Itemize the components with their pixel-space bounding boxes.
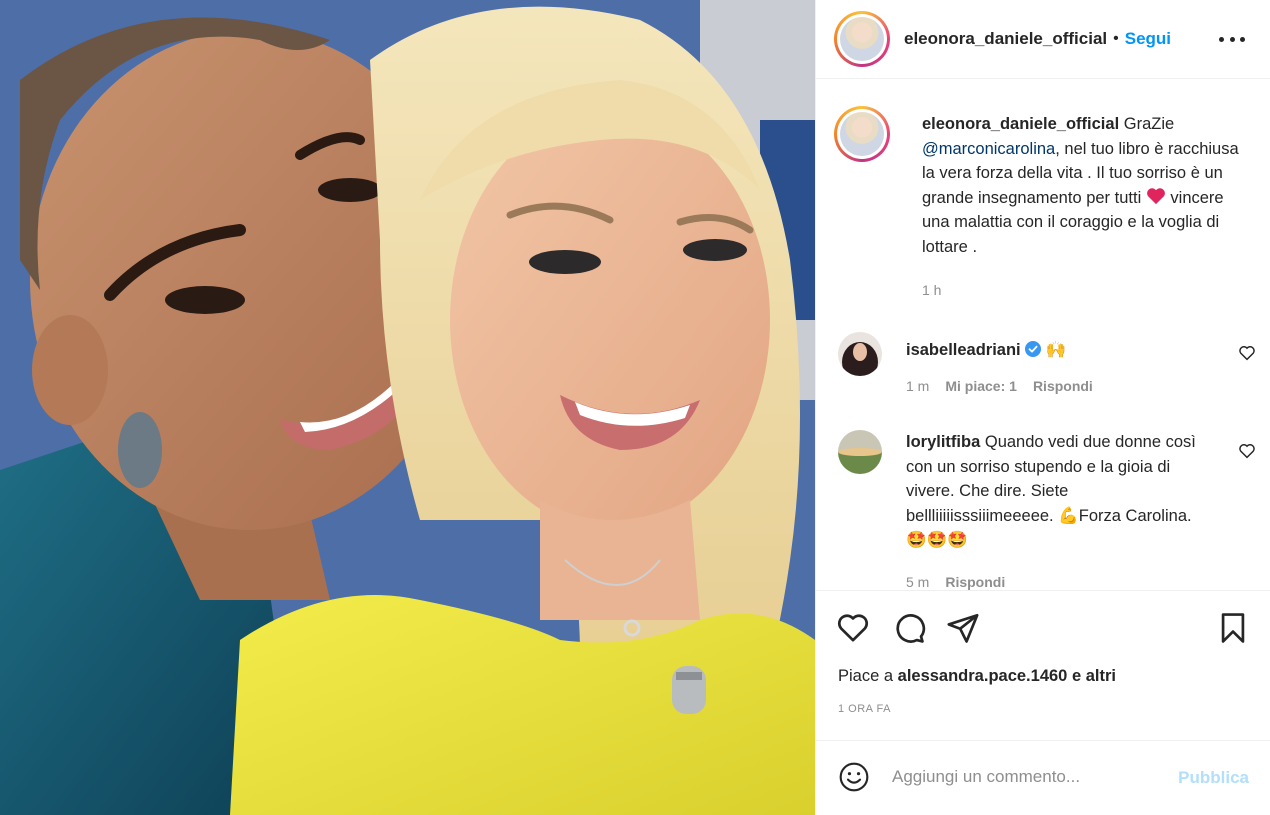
comment-mid-emoji: 💪 (1058, 506, 1079, 525)
follow-button[interactable]: Segui (1125, 29, 1171, 49)
comment-input[interactable] (892, 759, 1162, 795)
caption-timestamp[interactable]: 1 h (922, 282, 941, 298)
caption-mention[interactable]: @marconicarolina (922, 140, 1055, 158)
comment-item: lorylitfiba Quando vedi due donne così c… (838, 430, 1258, 590)
likes-user[interactable]: alessandra.pace.1460 (898, 667, 1068, 685)
comment-text: isabelleadriani 🙌 (906, 338, 1216, 363)
post-header: eleonora_daniele_official • Segui (816, 0, 1270, 79)
comment-body-end: Forza Carolina. (1078, 506, 1192, 525)
post-time[interactable]: 1 ORA FA (838, 703, 891, 715)
commenter-avatar[interactable] (838, 332, 882, 376)
heart-icon[interactable] (836, 611, 870, 645)
red-heart-emoji-icon (1146, 187, 1165, 204)
small-heart-icon[interactable] (1238, 442, 1256, 460)
reply-button[interactable]: Rispondi (945, 574, 1005, 590)
separator-dot: • (1113, 30, 1119, 47)
comment-text: lorylitfiba Quando vedi due donne così c… (906, 430, 1216, 553)
caption-prefix: GraZie (1123, 115, 1175, 133)
reply-button[interactable]: Rispondi (1033, 378, 1093, 394)
likes-summary: Piace a alessandra.pace.1460 e altri (838, 667, 1116, 686)
comment-icon[interactable] (892, 611, 926, 645)
likes-prefix: Piace a (838, 667, 894, 685)
author-avatar[interactable] (834, 11, 890, 67)
share-icon[interactable] (946, 611, 980, 645)
caption-author-avatar[interactable] (834, 106, 890, 162)
verified-icon (1025, 341, 1042, 357)
commenter-username[interactable]: lorylitfiba (906, 433, 980, 451)
small-heart-icon[interactable] (1238, 344, 1256, 362)
post-photo[interactable] (0, 0, 815, 815)
publish-button[interactable]: Pubblica (1178, 768, 1249, 788)
emoji-icon[interactable] (838, 761, 870, 793)
add-comment-bar: Pubblica (816, 740, 1270, 815)
author-username[interactable]: eleonora_daniele_official (904, 29, 1107, 49)
comment-likes[interactable]: Mi piace: 1 (945, 378, 1017, 394)
comment-item: isabelleadriani 🙌 1 m Mi piace: 1 Rispon… (838, 332, 1258, 402)
likes-others[interactable]: e altri (1072, 667, 1116, 685)
comment-time[interactable]: 5 m (906, 574, 929, 590)
commenter-username[interactable]: isabelleadriani (906, 341, 1021, 359)
post-actions: Piace a alessandra.pace.1460 e altri 1 O… (816, 590, 1270, 740)
post-photo-illustration (0, 0, 815, 815)
comment-emoji: 🙌 (1045, 341, 1067, 359)
commenter-avatar[interactable] (838, 430, 882, 474)
post-panel: eleonora_daniele_official • Segui eleono… (815, 0, 1270, 815)
bookmark-icon[interactable] (1216, 611, 1250, 645)
comment-meta: 5 m Rispondi (906, 574, 1005, 590)
comments-list[interactable]: eleonora_daniele_official GraZie @marcon… (816, 80, 1270, 590)
more-options-icon[interactable] (1219, 28, 1245, 50)
comment-meta: 1 m Mi piace: 1 Rispondi (906, 378, 1093, 394)
caption-author-username[interactable]: eleonora_daniele_official (922, 115, 1119, 133)
caption-text: eleonora_daniele_official GraZie @marcon… (922, 112, 1242, 259)
comment-trailing-emojis: 🤩🤩🤩 (906, 531, 968, 549)
comment-time[interactable]: 1 m (906, 378, 929, 394)
